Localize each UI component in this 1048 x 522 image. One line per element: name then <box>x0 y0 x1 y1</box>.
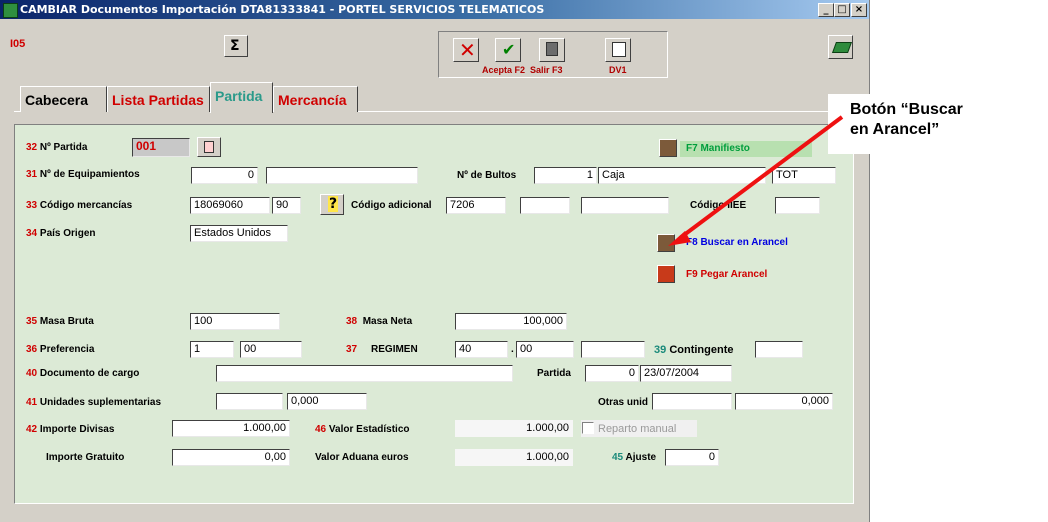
annotation-arrow <box>668 115 844 246</box>
